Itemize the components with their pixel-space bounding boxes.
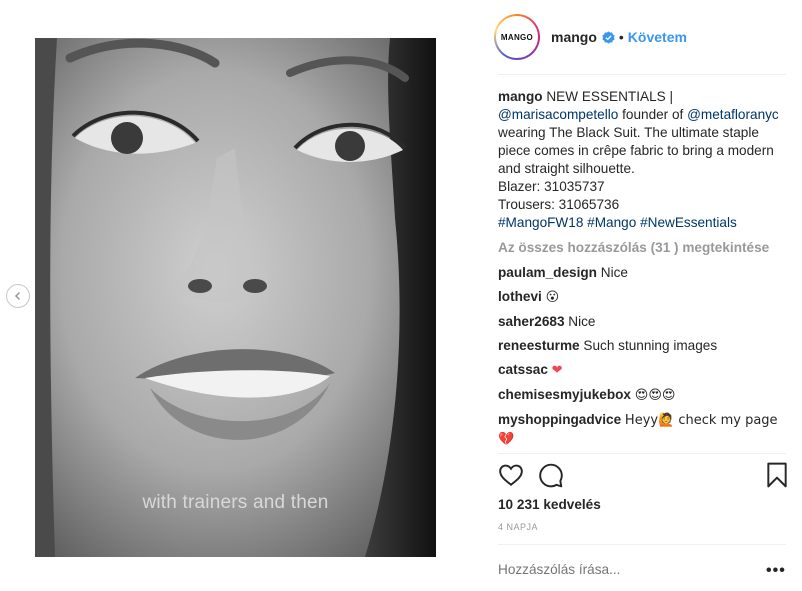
header-divider: [498, 74, 786, 75]
caption-line1: NEW ESSENTIALS |: [546, 89, 674, 104]
comment-item: saher2683 Nice: [498, 313, 788, 331]
comment-username[interactable]: chemisesmyjukebox: [498, 387, 631, 402]
avatar[interactable]: MANGO: [494, 14, 540, 60]
post-actions: [498, 462, 788, 490]
comment-text: Nice: [568, 314, 596, 329]
chevron-left-icon: [14, 291, 21, 301]
caption-text-1: founder of: [622, 107, 684, 122]
comment-username[interactable]: paulam_design: [498, 265, 597, 280]
actions-divider: [498, 453, 786, 454]
comment-username[interactable]: reneesturme: [498, 338, 580, 353]
carousel-prev-button[interactable]: [6, 284, 30, 308]
comment-text: ❤: [551, 363, 563, 378]
comment-username[interactable]: lothevi: [498, 289, 542, 304]
heart-icon[interactable]: [498, 462, 524, 488]
post-date: 4 NAPJA: [498, 522, 539, 532]
comment-text: Such stunning images: [583, 338, 718, 353]
comment-username[interactable]: saher2683: [498, 314, 565, 329]
caption-trousers: Trousers: 31065736: [498, 197, 620, 212]
comment-item: lothevi 😮: [498, 288, 788, 307]
caption-mention-2[interactable]: @metafloranyc: [687, 107, 779, 122]
comment-username[interactable]: catssac: [498, 362, 548, 377]
comment-item: reneesturme Such stunning images: [498, 337, 788, 355]
comment-text: 😮: [545, 290, 560, 305]
comment-list: paulam_design Nice lothevi 😮 saher2683 N…: [498, 264, 788, 455]
post-video[interactable]: with trainers and then: [35, 38, 436, 557]
comment-text: Nice: [600, 265, 628, 280]
face-closeup-image: [35, 38, 436, 557]
post-caption: mango NEW ESSENTIALS | @marisacompetello…: [498, 88, 788, 232]
caption-mention-1[interactable]: @marisacompetello: [498, 107, 618, 122]
comment-item: chemisesmyjukebox 😍😍😍: [498, 386, 788, 405]
bookmark-icon[interactable]: [766, 462, 788, 488]
view-all-comments-link[interactable]: Az összes hozzászólás (31 ) megtekintése: [498, 240, 769, 255]
caption-hashtag-2[interactable]: #Mango: [587, 215, 636, 230]
comment-text: 😍😍😍: [634, 388, 676, 403]
caption-username[interactable]: mango: [498, 89, 543, 104]
likes-count[interactable]: 10 231 kedvelés: [498, 497, 601, 512]
more-options-button[interactable]: •••: [766, 562, 786, 580]
post-header: MANGO mango • Követem: [494, 12, 687, 62]
comment-input-divider: [498, 544, 786, 545]
comment-item: paulam_design Nice: [498, 264, 788, 282]
account-username[interactable]: mango: [551, 29, 597, 45]
verified-badge-icon: [602, 30, 615, 44]
avatar-logo: MANGO: [496, 16, 538, 58]
header-separator: •: [618, 29, 624, 45]
caption-hashtag-1[interactable]: #MangoFW18: [498, 215, 583, 230]
caption-blazer: Blazer: 31035737: [498, 179, 605, 194]
caption-text-2: wearing The Black Suit. The ultimate sta…: [498, 125, 774, 176]
comment-username[interactable]: myshoppingadvice: [498, 412, 621, 427]
comment-bubble-icon[interactable]: [538, 462, 564, 488]
comment-item: catssac ❤: [498, 361, 788, 380]
comment-item: myshoppingadvice Heyy🙋 check my page 💔: [498, 411, 788, 449]
video-subtitle: with trainers and then: [142, 492, 329, 513]
add-comment-input[interactable]: [498, 562, 738, 577]
caption-hashtag-3[interactable]: #NewEssentials: [640, 215, 737, 230]
follow-button[interactable]: Követem: [628, 29, 687, 45]
